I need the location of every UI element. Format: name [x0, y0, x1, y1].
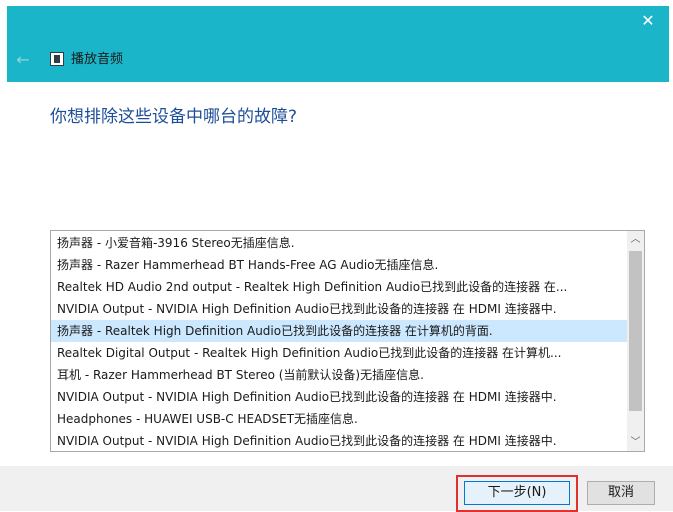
device-list-item[interactable]: NVIDIA Output - NVIDIA High Definition A…: [51, 386, 628, 408]
cancel-button[interactable]: 取消: [587, 481, 655, 505]
device-list: 扬声器 - 小爱音箱-3916 Stereo无插座信息. 扬声器 - Razer …: [51, 232, 628, 451]
button-bar: 下一步(N) 取消: [0, 466, 673, 511]
scrollbar-thumb[interactable]: [629, 251, 642, 411]
vertical-scrollbar[interactable]: ︿ ﹀: [627, 231, 644, 451]
next-button[interactable]: 下一步(N): [464, 481, 570, 505]
device-list-item[interactable]: 耳机 - Razer Hammerhead BT Stereo (当前默认设备)…: [51, 364, 628, 386]
device-list-item[interactable]: NVIDIA Output - NVIDIA High Definition A…: [51, 430, 628, 451]
close-icon[interactable]: ✕: [637, 10, 659, 32]
title-bar: ✕ ← 播放音频: [7, 6, 669, 82]
device-list-item[interactable]: 扬声器 - 小爱音箱-3916 Stereo无插座信息.: [51, 232, 628, 254]
window-title: 播放音频: [71, 52, 124, 67]
device-list-item[interactable]: 扬声器 - Razer Hammerhead BT Hands-Free AG …: [51, 254, 628, 276]
device-list-item[interactable]: Realtek Digital Output - Realtek High De…: [51, 342, 628, 364]
scroll-up-icon[interactable]: ︿: [627, 231, 644, 248]
device-list-item[interactable]: Realtek HD Audio 2nd output - Realtek Hi…: [51, 276, 628, 298]
back-arrow-icon[interactable]: ←: [13, 50, 33, 70]
device-listbox[interactable]: 扬声器 - 小爱音箱-3916 Stereo无插座信息. 扬声器 - Razer …: [50, 230, 645, 452]
troubleshooter-window: ✕ ← 播放音频 你想排除这些设备中哪台的故障? 扬声器 - 小爱音箱-3916…: [0, 0, 673, 512]
page-heading: 你想排除这些设备中哪台的故障?: [50, 107, 298, 127]
device-list-item[interactable]: NVIDIA Output - NVIDIA High Definition A…: [51, 298, 628, 320]
speaker-document-icon: [50, 52, 64, 66]
device-list-item[interactable]: 扬声器 - Realtek High Definition Audio已找到此设…: [51, 320, 628, 342]
scroll-down-icon[interactable]: ﹀: [627, 434, 644, 451]
device-list-item[interactable]: Headphones - HUAWEI USB-C HEADSET无插座信息.: [51, 408, 628, 430]
